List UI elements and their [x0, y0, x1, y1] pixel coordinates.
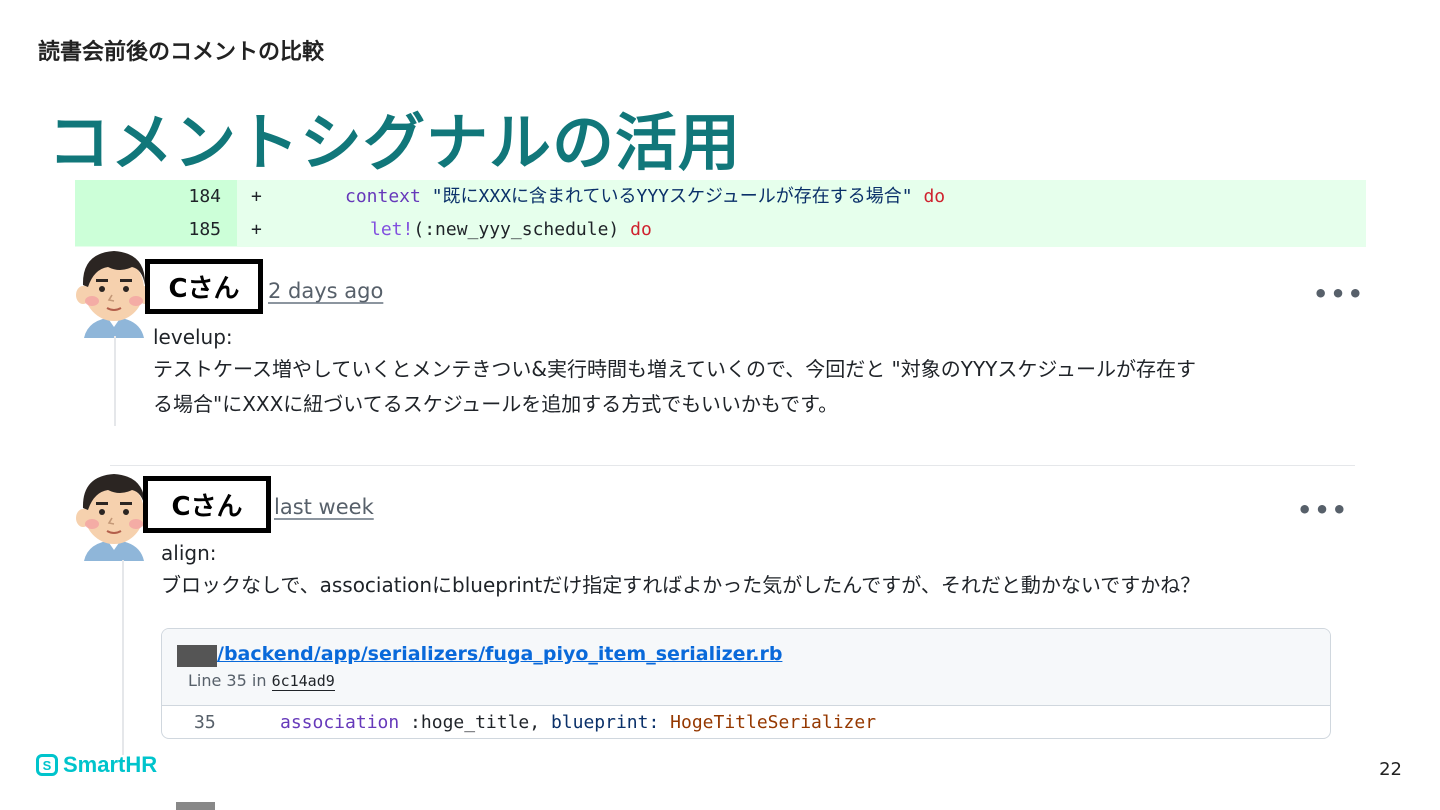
code-do: do [630, 219, 652, 240]
code-reference-card: /backend/app/serializers/fuga_piyo_item_… [161, 628, 1331, 739]
line-prefix: Line 35 in [188, 671, 267, 690]
code-keyword: context [345, 186, 421, 207]
decorative-stub [176, 802, 215, 810]
diff-plus-sign: + [251, 219, 262, 240]
code-line: 35 association :hoge_title, blueprint: H… [162, 706, 1330, 738]
page-number: 22 [1379, 759, 1402, 780]
code-keyword: let! [370, 219, 414, 240]
more-options-icon[interactable]: ••• [1297, 496, 1349, 524]
code-args: (:new_yyy_schedule) [413, 219, 620, 240]
diff-row-185: 185 + let!(:new_yyy_schedule) do [75, 213, 1366, 246]
comment-label: align: [161, 541, 217, 565]
diff-plus-sign: + [251, 186, 262, 207]
diff-line-number[interactable]: 184 [75, 180, 237, 213]
code-string: "既にXXXに含まれているYYYスケジュールが存在する場合" [431, 186, 913, 207]
avatar-icon[interactable] [74, 466, 154, 561]
more-options-icon[interactable]: ••• [1313, 280, 1365, 308]
code-line-number: 35 [194, 712, 216, 733]
diff-block: 184 + context "既にXXXに含まれているYYYスケジュールが存在す… [75, 180, 1366, 247]
smarthr-logo: S SmartHR [36, 752, 157, 778]
comment-author[interactable]: Cさん [145, 259, 263, 314]
code-do: do [923, 186, 946, 207]
diff-line-number[interactable]: 185 [75, 213, 237, 246]
code-keyword: association [280, 712, 400, 733]
file-path-link[interactable]: /backend/app/serializers/fuga_piyo_item_… [217, 643, 782, 665]
code-content: association :hoge_title, blueprint: Hoge… [280, 706, 877, 738]
avatar-icon[interactable] [74, 243, 154, 338]
diff-code: context "既にXXXに含まれているYYYスケジュールが存在する場合" d… [345, 180, 945, 213]
commit-sha-link[interactable]: 6c14ad9 [271, 672, 335, 691]
comment-body-line: る場合"にXXXに紐づいてるスケジュールを追加する方式でもいいかもです。 [153, 392, 839, 416]
code-class: HogeTitleSerializer [659, 712, 877, 733]
comment-body-line: テストケース増やしていくとメンテきつい&実行時間も増えていくので、今回だと "対… [153, 357, 1197, 381]
comment-author[interactable]: Cさん [143, 476, 271, 533]
smarthr-logo-icon: S [36, 754, 58, 776]
line-reference: Line 35 in 6c14ad9 [188, 671, 335, 691]
diff-code: let!(:new_yyy_schedule) do [370, 213, 652, 246]
comment-timestamp[interactable]: 2 days ago [268, 279, 383, 303]
code-symbol: :hoge_title, [399, 712, 551, 733]
slide-title: コメントシグナルの活用 [48, 106, 742, 179]
code-reference-header: /backend/app/serializers/fuga_piyo_item_… [162, 629, 1330, 706]
thread-line [122, 560, 124, 755]
thread-line [114, 336, 116, 426]
comment-body-line: ブロックなしで、associationにblueprintだけ指定すればよかった… [161, 573, 1201, 597]
code-key: blueprint: [550, 712, 660, 733]
redacted-block [177, 645, 217, 667]
comment-timestamp[interactable]: last week [274, 495, 374, 519]
diff-row-184: 184 + context "既にXXXに含まれているYYYスケジュールが存在す… [75, 180, 1366, 213]
brand-name: SmartHR [63, 752, 158, 777]
slide-subtitle: 読書会前後のコメントの比較 [38, 40, 325, 65]
comment-label: levelup: [153, 325, 233, 349]
comment-divider [110, 465, 1355, 466]
